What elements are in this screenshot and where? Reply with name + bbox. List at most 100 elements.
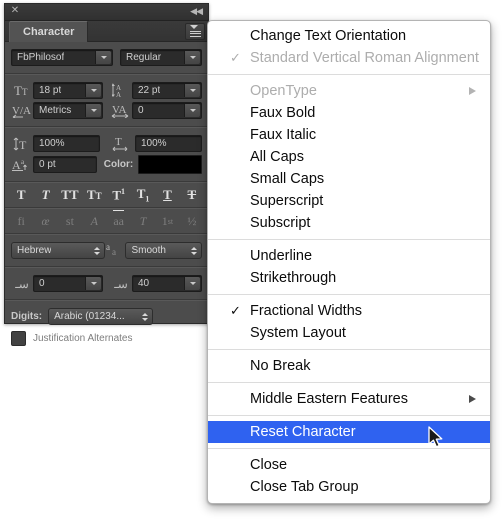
color-label: Color: — [103, 159, 134, 170]
character-panel: ✕ ◀◀ Character FbPhilosof Regular T T 18… — [4, 3, 209, 346]
chevron-down-icon[interactable] — [184, 84, 200, 97]
chevron-down-icon[interactable] — [85, 104, 101, 117]
swash-button[interactable]: A — [82, 210, 106, 232]
digits-select[interactable]: Arabic (01234... — [48, 308, 154, 325]
menu-item-system-layout[interactable]: System Layout — [208, 322, 490, 344]
menu-item-label: Fractional Widths — [250, 303, 363, 319]
small-caps-button[interactable]: TT — [82, 184, 106, 206]
menu-separator — [208, 448, 490, 449]
leading-field[interactable]: 22 pt — [132, 82, 202, 99]
menu-item-faux-italic[interactable]: Faux Italic — [208, 124, 490, 146]
opentype-buttons-section: fi œ st A aa T 1st ½ — [5, 208, 208, 234]
menu-item-subscript[interactable]: Subscript — [208, 212, 490, 234]
tracking-icon: VA — [110, 103, 132, 118]
superscript-button[interactable]: T1 — [107, 184, 131, 206]
menu-separator — [208, 294, 490, 295]
chevron-down-icon[interactable] — [85, 277, 101, 290]
strikethrough-button[interactable]: T — [180, 184, 204, 206]
style-buttons-section: T T TT TT T1 T1 T T — [5, 182, 208, 208]
menu-item-close[interactable]: Close — [208, 454, 490, 476]
justification-alternates-checkbox[interactable] — [11, 331, 26, 346]
menu-separator — [208, 415, 490, 416]
chevron-updown-icon — [142, 309, 149, 324]
menu-item-standard-vertical-roman-alignment: ✓ Standard Vertical Roman Alignment — [208, 47, 490, 69]
menu-item-superscript[interactable]: Superscript — [208, 190, 490, 212]
menu-item-label: No Break — [250, 358, 311, 374]
svg-text:A: A — [116, 91, 121, 98]
menu-item-change-text-orientation[interactable]: Change Text Orientation — [208, 25, 490, 47]
contextual-alternates-button[interactable]: œ — [33, 210, 57, 232]
faux-bold-button[interactable]: T — [9, 184, 33, 206]
diacritic-position-field[interactable]: 40 — [132, 275, 202, 292]
menu-separator — [208, 382, 490, 383]
svg-text:T: T — [19, 138, 27, 151]
menu-item-reset-character[interactable]: Reset Character — [208, 421, 490, 443]
anti-alias-icon: aa — [105, 242, 125, 259]
stylistic-alternates-button[interactable]: aa — [107, 209, 131, 232]
menu-item-label: Change Text Orientation — [250, 28, 407, 44]
anti-alias-select[interactable]: Smooth — [125, 242, 202, 259]
menu-item-underline[interactable]: Underline — [208, 245, 490, 267]
metrics-section: TT 18 pt AA 22 pt V/A Metrics VA 0 — [5, 74, 208, 127]
horizontal-scale-field[interactable]: 100% — [135, 135, 202, 152]
menu-item-label: Standard Vertical Roman Alignment — [250, 50, 479, 66]
menu-item-middle-eastern-features[interactable]: Middle Eastern Features — [208, 388, 490, 410]
menu-item-strikethrough[interactable]: Strikethrough — [208, 267, 490, 289]
menu-item-opentype: OpenType — [208, 80, 490, 102]
menu-item-label: Superscript — [250, 193, 324, 209]
menu-item-close-tab-group[interactable]: Close Tab Group — [208, 476, 490, 498]
opentype-button-row: fi œ st A aa T 1st ½ — [9, 209, 204, 232]
panel-titlebar: ✕ ◀◀ — [5, 4, 208, 21]
tab-character[interactable]: Character — [9, 21, 89, 42]
menu-item-label: OpenType — [250, 83, 317, 99]
text-color-swatch[interactable] — [138, 155, 203, 174]
menu-item-no-break[interactable]: No Break — [208, 355, 490, 377]
fractions-button[interactable]: ½ — [180, 210, 204, 232]
leading-icon: AA — [110, 83, 132, 98]
menu-item-label: Underline — [250, 248, 313, 264]
kerning-field[interactable]: Metrics — [33, 102, 103, 119]
panel-menu-icon[interactable] — [185, 23, 205, 40]
ordinals-button[interactable]: 1st — [155, 210, 179, 232]
language-select[interactable]: Hebrew — [11, 242, 106, 259]
font-family-field[interactable]: FbPhilosof — [11, 49, 113, 66]
check-icon: ✓ — [230, 303, 241, 318]
baseline-shift-icon: Aa — [11, 158, 33, 172]
tracking-field[interactable]: 0 — [132, 102, 202, 119]
chevron-down-icon[interactable] — [184, 104, 200, 117]
menu-item-label: Reset Character — [250, 424, 356, 440]
discretionary-ligatures-button[interactable]: st — [58, 210, 82, 232]
chevron-down-icon[interactable] — [184, 277, 200, 290]
close-icon[interactable]: ✕ — [10, 6, 20, 16]
collapse-panel-icon[interactable]: ◀◀ — [190, 7, 203, 16]
menu-item-all-caps[interactable]: All Caps — [208, 146, 490, 168]
menu-item-label: All Caps — [250, 149, 304, 165]
arabic-section: سـ 0 سـ 40 — [5, 267, 208, 300]
menu-item-fractional-widths[interactable]: ✓ Fractional Widths — [208, 300, 490, 322]
vertical-scale-field[interactable]: 100% — [33, 135, 100, 152]
font-style-field[interactable]: Regular — [120, 49, 202, 66]
chevron-down-icon[interactable] — [184, 51, 200, 64]
all-caps-button[interactable]: TT — [58, 184, 82, 206]
menu-item-label: System Layout — [250, 325, 346, 341]
menu-item-small-caps[interactable]: Small Caps — [208, 168, 490, 190]
menu-separator — [208, 239, 490, 240]
menu-separator — [208, 349, 490, 350]
chevron-down-icon[interactable] — [95, 51, 111, 64]
svg-text:a: a — [112, 247, 116, 256]
kashida-field[interactable]: 0 — [33, 275, 103, 292]
svg-text:a: a — [106, 242, 110, 252]
faux-style-button-row: T T TT TT T1 T1 T T — [9, 184, 204, 206]
svg-text:T: T — [14, 84, 22, 97]
faux-italic-button[interactable]: T — [33, 184, 57, 206]
standard-ligatures-button[interactable]: fi — [9, 210, 33, 232]
font-size-field[interactable]: 18 pt — [33, 82, 103, 99]
subscript-button[interactable]: T1 — [131, 184, 155, 206]
chevron-down-icon[interactable] — [85, 84, 101, 97]
font-size-icon: TT — [11, 84, 33, 97]
language-section: Hebrew aa Smooth — [5, 234, 208, 267]
titling-alternates-button[interactable]: T — [131, 210, 155, 232]
menu-item-faux-bold[interactable]: Faux Bold — [208, 102, 490, 124]
underline-button[interactable]: T — [155, 184, 179, 206]
baseline-shift-field[interactable]: 0 pt — [33, 156, 97, 173]
